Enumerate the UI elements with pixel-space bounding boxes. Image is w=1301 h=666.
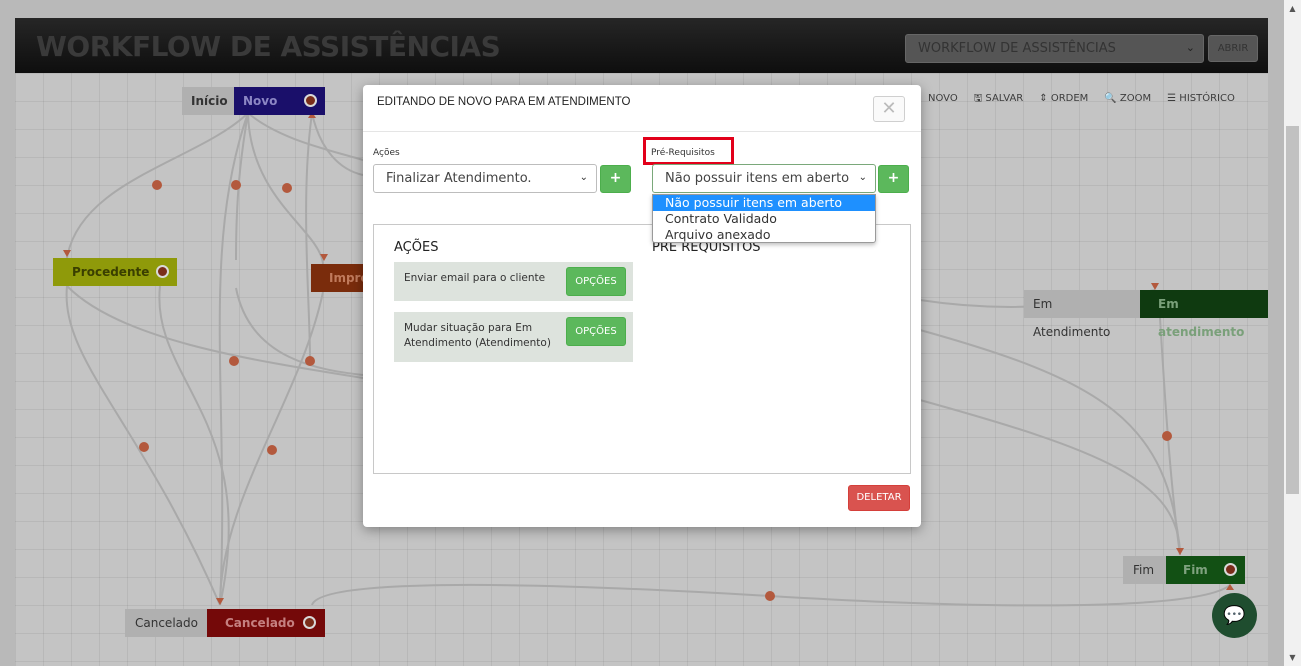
close-icon[interactable]: ✕	[873, 96, 905, 122]
acoes-select-value: Finalizar Atendimento.	[386, 171, 532, 186]
add-acao-button[interactable]: +	[600, 165, 631, 193]
chat-icon: 💬	[1223, 605, 1246, 626]
modal-divider	[363, 131, 921, 132]
options-button[interactable]: OPÇÕES	[566, 317, 626, 346]
chevron-down-icon: ⌄	[579, 172, 588, 183]
scroll-up-icon[interactable]: ▲	[1284, 0, 1301, 17]
dropdown-option[interactable]: Arquivo anexado	[653, 227, 875, 243]
options-button[interactable]: OPÇÕES	[566, 267, 626, 296]
action-text: Enviar email para o cliente	[404, 272, 546, 284]
scroll-down-icon[interactable]: ▼	[1284, 649, 1301, 666]
dropdown-option[interactable]: Não possuir itens em aberto	[653, 195, 875, 211]
chat-button[interactable]: 💬	[1212, 593, 1257, 638]
modal-title: EDITANDO DE NOVO PARA EM ATENDIMENTO	[377, 96, 631, 108]
edit-transition-modal: EDITANDO DE NOVO PARA EM ATENDIMENTO ✕ A…	[363, 85, 921, 527]
list-item: Mudar situação para Em Atendimento (Aten…	[394, 312, 633, 362]
add-prerequisito-button[interactable]: +	[878, 165, 909, 193]
acoes-select[interactable]: Finalizar Atendimento. ⌄	[373, 164, 597, 193]
prerequisitos-select[interactable]: Não possuir itens em aberto ⌄	[652, 164, 876, 193]
chevron-down-icon: ⌄	[858, 172, 867, 183]
prerequisitos-dropdown: Não possuir itens em aberto Contrato Val…	[652, 194, 876, 243]
app-frame: WORKFLOW DE ASSISTÊNCIAS WORKFLOW DE ASS…	[0, 0, 1284, 666]
acoes-heading: AÇÕES	[394, 240, 439, 255]
scrollbar[interactable]: ▲ ▼	[1284, 0, 1301, 666]
list-item: Enviar email para o cliente OPÇÕES	[394, 262, 633, 301]
delete-button[interactable]: DELETAR	[848, 485, 910, 511]
dropdown-option[interactable]: Contrato Validado	[653, 211, 875, 227]
acoes-label: Ações	[373, 148, 400, 158]
prerequisitos-select-value: Não possuir itens em aberto	[665, 171, 850, 186]
action-text: Mudar situação para Em Atendimento (Aten…	[404, 322, 551, 349]
transition-panel: AÇÕES PRE REQUISITOS Enviar email para o…	[373, 224, 911, 474]
prerequisitos-label: Pré-Requisitos	[651, 148, 715, 158]
scroll-thumb[interactable]	[1286, 126, 1299, 494]
